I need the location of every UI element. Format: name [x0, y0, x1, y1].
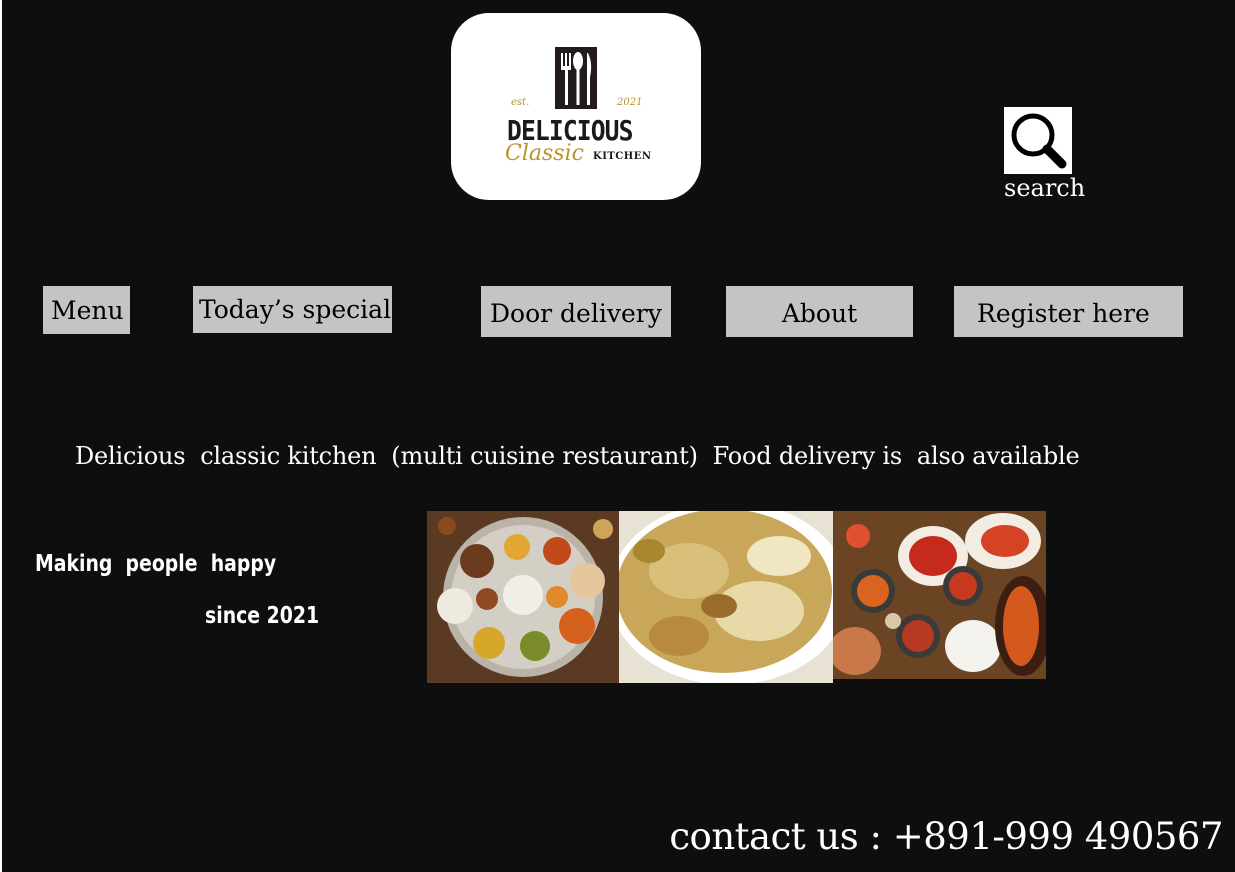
biryani-photo: [619, 511, 833, 683]
search-label[interactable]: search: [1004, 174, 1085, 202]
logo-script-text: Classic: [505, 141, 584, 166]
tandoori-photo: [833, 511, 1046, 679]
nav-menu-button[interactable]: Menu: [43, 286, 130, 334]
thali-photo: [427, 511, 619, 683]
motto-line-1: Making people happy: [35, 551, 277, 577]
logo-est-text: est.: [511, 97, 530, 108]
logo-kitchen-text: KITCHEN: [593, 151, 652, 162]
motto-line-2: since 2021: [205, 603, 320, 629]
contact-phone[interactable]: contact us : +891-999 490567: [669, 815, 1223, 858]
nav-about-button[interactable]: About: [726, 286, 913, 337]
nav-todays-special-button[interactable]: Today’s special: [193, 286, 392, 333]
nav-door-delivery-button[interactable]: Door delivery: [481, 286, 671, 337]
logo-year-text: 2021: [617, 97, 643, 108]
restaurant-logo[interactable]: est. 2021 DELICIOUS Classic KITCHEN: [451, 13, 701, 200]
restaurant-tagline: Delicious classic kitchen (multi cuisine…: [75, 442, 1080, 470]
cutlery-emblem-icon: [555, 47, 597, 109]
magnifier-icon: [1011, 113, 1067, 169]
search-button[interactable]: [1004, 107, 1072, 174]
nav-register-button[interactable]: Register here: [954, 286, 1183, 337]
